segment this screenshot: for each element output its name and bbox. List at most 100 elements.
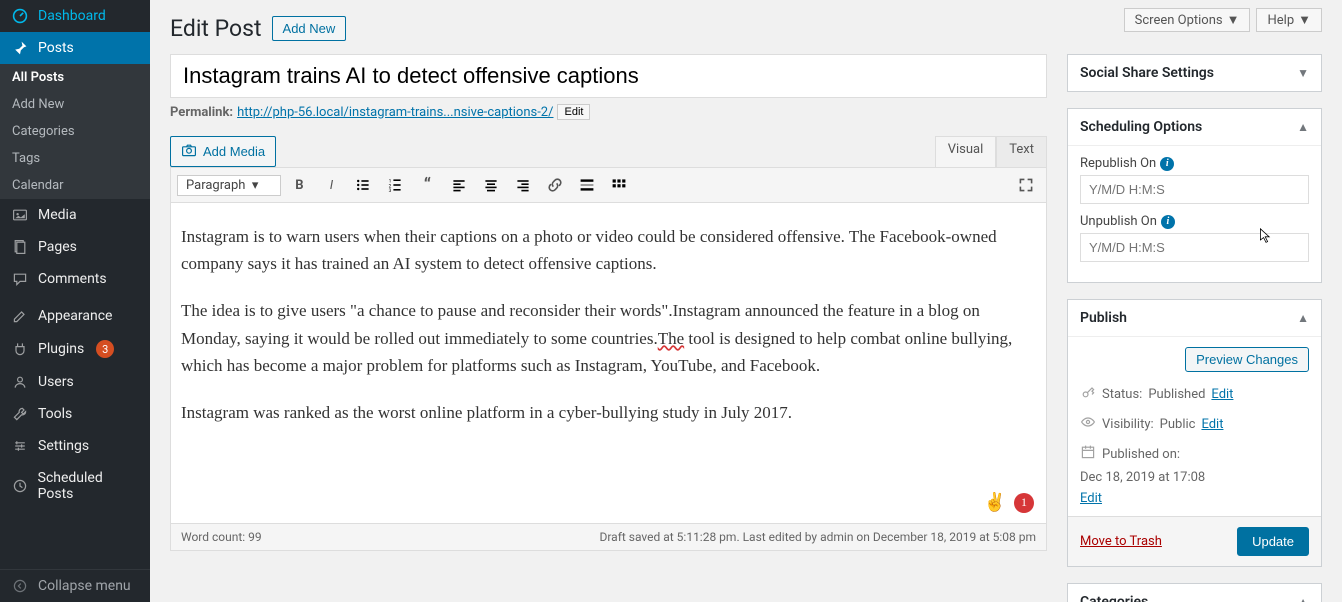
tools-icon <box>10 406 30 422</box>
clock-icon <box>10 478 30 494</box>
sidebar-item-media[interactable]: Media <box>0 199 150 231</box>
blockquote-button[interactable]: “ <box>413 172 441 198</box>
tab-text[interactable]: Text <box>996 136 1047 167</box>
metabox-title: Categories <box>1080 594 1148 602</box>
chevron-up-icon: ▲ <box>1297 311 1309 325</box>
screen-options-button[interactable]: Screen Options ▼ <box>1124 8 1251 32</box>
chevron-down-icon: ▼ <box>1297 66 1309 80</box>
published-value: Dec 18, 2019 at 17:08 <box>1080 470 1205 485</box>
chevron-down-icon: ▼ <box>1298 12 1311 28</box>
collapse-label: Collapse menu <box>38 578 131 594</box>
sidebar-item-settings[interactable]: Settings <box>0 430 150 462</box>
metabox-toggle[interactable]: Scheduling Options ▲ <box>1068 109 1321 146</box>
align-left-button[interactable] <box>445 172 473 198</box>
toolbar-toggle-button[interactable] <box>605 172 633 198</box>
chevron-up-icon: ▲ <box>1297 120 1309 134</box>
sidebar-sub-calendar[interactable]: Calendar <box>0 172 150 199</box>
chevron-down-icon: ▼ <box>1227 12 1240 28</box>
paragraph: Instagram is to warn users when their ca… <box>181 223 1036 277</box>
numbered-list-button[interactable]: 123 <box>381 172 409 198</box>
link-button[interactable] <box>541 172 569 198</box>
add-new-button[interactable]: Add New <box>272 16 347 41</box>
dashboard-icon <box>10 8 30 24</box>
admin-sidebar: Dashboard Posts All Posts Add New Catego… <box>0 0 150 602</box>
sidebar-label: Posts <box>38 40 74 56</box>
preview-changes-button[interactable]: Preview Changes <box>1185 347 1309 372</box>
readmore-button[interactable] <box>573 172 601 198</box>
collapse-icon <box>10 578 30 594</box>
emoji-icon: ✌️ <box>984 488 1006 517</box>
status-value: Published <box>1148 387 1205 402</box>
edit-date-link[interactable]: Edit <box>1080 491 1309 506</box>
sidebar-item-dashboard[interactable]: Dashboard <box>0 0 150 32</box>
key-icon <box>1080 384 1096 404</box>
sidebar-sub-add-new[interactable]: Add New <box>0 91 150 118</box>
tab-visual[interactable]: Visual <box>935 136 997 167</box>
sidebar-label: Scheduled Posts <box>38 470 140 502</box>
sidebar-item-appearance[interactable]: Appearance <box>0 300 150 332</box>
chevron-up-icon: ▲ <box>1297 595 1309 602</box>
permalink-edit-button[interactable]: Edit <box>557 104 590 120</box>
unpublish-input[interactable] <box>1080 233 1309 262</box>
metabox-toggle[interactable]: Categories ▲ <box>1068 584 1321 602</box>
sidebar-label: Settings <box>38 438 89 454</box>
edit-status-link[interactable]: Edit <box>1211 387 1233 402</box>
sidebar-item-comments[interactable]: Comments <box>0 263 150 295</box>
sidebar-sub-tags[interactable]: Tags <box>0 145 150 172</box>
users-icon <box>10 374 30 390</box>
sidebar-sub-all-posts[interactable]: All Posts <box>0 64 150 91</box>
post-title-input[interactable] <box>170 54 1047 98</box>
help-button[interactable]: Help ▼ <box>1256 8 1322 32</box>
sidebar-item-users[interactable]: Users <box>0 366 150 398</box>
sidebar-label: Tools <box>38 406 72 422</box>
word-count: Word count: 99 <box>181 530 262 544</box>
draft-status: Draft saved at 5:11:28 pm. Last edited b… <box>599 530 1036 544</box>
permalink-url[interactable]: http://php-56.local/instagram-trains...n… <box>237 105 553 120</box>
sidebar-item-tools[interactable]: Tools <box>0 398 150 430</box>
status-badge: 1 <box>1014 493 1034 513</box>
pages-icon <box>10 239 30 255</box>
sidebar-label: Plugins <box>38 341 84 357</box>
sidebar-sub-categories[interactable]: Categories <box>0 118 150 145</box>
sidebar-label: Comments <box>38 271 107 287</box>
main-content: Screen Options ▼ Help ▼ Edit Post Add Ne… <box>150 0 1342 602</box>
plugins-icon <box>10 341 30 357</box>
sidebar-item-pages[interactable]: Pages <box>0 231 150 263</box>
unpublish-label: Unpublish On <box>1080 214 1157 229</box>
editor-content[interactable]: Instagram is to warn users when their ca… <box>171 203 1046 523</box>
calendar-icon <box>1080 444 1096 464</box>
sidebar-item-scheduled-posts[interactable]: Scheduled Posts <box>0 462 150 510</box>
editor-wrap: Paragraph ▾ B I 123 “ <box>170 167 1047 551</box>
collapse-menu-button[interactable]: Collapse menu <box>0 569 150 602</box>
page-title: Edit Post <box>170 15 262 42</box>
metabox-categories: Categories ▲ All Categories Most Used <box>1067 583 1322 602</box>
bold-button[interactable]: B <box>285 172 313 198</box>
info-icon[interactable]: i <box>1161 215 1175 229</box>
align-right-button[interactable] <box>509 172 537 198</box>
sidebar-label: Users <box>38 374 74 390</box>
republish-input[interactable] <box>1080 175 1309 204</box>
editor-toolbar: Paragraph ▾ B I 123 “ <box>171 168 1046 203</box>
metabox-scheduling: Scheduling Options ▲ Republish Oni Unpub… <box>1067 108 1322 283</box>
update-button[interactable]: Update <box>1237 527 1309 556</box>
sidebar-label: Pages <box>38 239 77 255</box>
move-to-trash-link[interactable]: Move to Trash <box>1080 534 1162 549</box>
sidebar-item-posts[interactable]: Posts <box>0 32 150 64</box>
italic-button[interactable]: I <box>317 172 345 198</box>
settings-icon <box>10 438 30 454</box>
sidebar-item-plugins[interactable]: Plugins 3 <box>0 332 150 366</box>
pin-icon <box>10 40 30 56</box>
metabox-toggle[interactable]: Publish ▲ <box>1068 300 1321 337</box>
add-media-button[interactable]: Add Media <box>170 136 276 167</box>
media-icon <box>10 207 30 223</box>
align-center-button[interactable] <box>477 172 505 198</box>
info-icon[interactable]: i <box>1160 157 1174 171</box>
bullet-list-button[interactable] <box>349 172 377 198</box>
sidebar-label: Dashboard <box>38 8 106 24</box>
metabox-title: Scheduling Options <box>1080 119 1202 135</box>
sidebar-submenu-posts: All Posts Add New Categories Tags Calend… <box>0 64 150 199</box>
distraction-free-button[interactable] <box>1012 172 1040 198</box>
edit-visibility-link[interactable]: Edit <box>1201 417 1223 432</box>
metabox-toggle[interactable]: Social Share Settings ▼ <box>1068 55 1321 91</box>
format-select[interactable]: Paragraph ▾ <box>177 175 281 196</box>
